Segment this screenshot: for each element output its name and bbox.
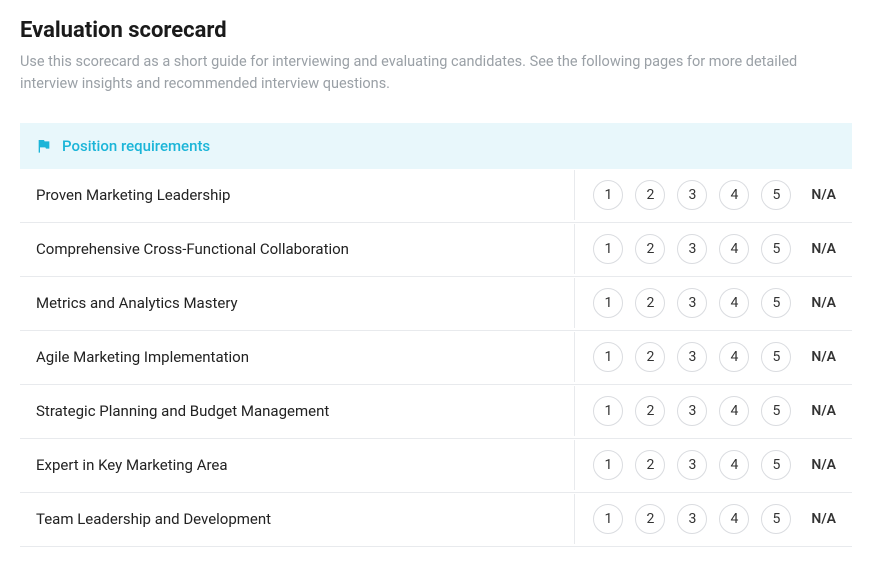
requirement-label: Strategic Planning and Budget Management: [20, 386, 575, 436]
requirement-label: Metrics and Analytics Mastery: [20, 278, 575, 328]
page-subtitle: Use this scorecard as a short guide for …: [20, 51, 800, 95]
rating-button-3[interactable]: 3: [677, 450, 707, 480]
rating-button-2[interactable]: 2: [635, 504, 665, 534]
rating-na[interactable]: N/A: [811, 187, 836, 203]
requirements-list: Proven Marketing Leadership12345N/ACompr…: [20, 169, 852, 547]
rating-cell: 12345 N/A: [575, 224, 852, 274]
rating-button-3[interactable]: 3: [677, 288, 707, 318]
rating-button-4[interactable]: 4: [719, 342, 749, 372]
rating-button-3[interactable]: 3: [677, 180, 707, 210]
rating-button-1[interactable]: 1: [593, 234, 623, 264]
rating-button-1[interactable]: 1: [593, 396, 623, 426]
rating-cell: 12345 N/A: [575, 332, 852, 382]
requirement-row: Comprehensive Cross-Functional Collabora…: [20, 223, 852, 277]
rating-button-2[interactable]: 2: [635, 450, 665, 480]
rating-button-4[interactable]: 4: [719, 504, 749, 534]
requirement-row: Metrics and Analytics Mastery 12345 N/A: [20, 277, 852, 331]
requirement-row: Team Leadership and Development 12345 N/A: [20, 493, 852, 547]
rating-button-4[interactable]: 4: [719, 288, 749, 318]
requirement-row: Strategic Planning and Budget Management…: [20, 385, 852, 439]
requirement-row: Agile Marketing Implementation 12345 N/A: [20, 331, 852, 385]
section-header-label: Position requirements: [62, 137, 210, 155]
requirement-label: Expert in Key Marketing Area: [20, 440, 575, 490]
rating-na[interactable]: N/A: [811, 511, 836, 527]
rating-button-5[interactable]: 5: [761, 288, 791, 318]
rating-cell: 12345 N/A: [575, 386, 852, 436]
rating-cell: 12345 N/A: [575, 494, 852, 544]
rating-button-2[interactable]: 2: [635, 234, 665, 264]
rating-button-3[interactable]: 3: [677, 396, 707, 426]
rating-button-3[interactable]: 3: [677, 342, 707, 372]
rating-button-5[interactable]: 5: [761, 504, 791, 534]
requirement-row: Expert in Key Marketing Area 12345 N/A: [20, 439, 852, 493]
rating-button-2[interactable]: 2: [635, 180, 665, 210]
rating-button-1[interactable]: 1: [593, 504, 623, 534]
requirement-label: Team Leadership and Development: [20, 494, 575, 544]
rating-cell: 12345 N/A: [575, 440, 852, 490]
rating-na[interactable]: N/A: [811, 457, 836, 473]
rating-na[interactable]: N/A: [811, 349, 836, 365]
rating-button-4[interactable]: 4: [719, 234, 749, 264]
rating-button-3[interactable]: 3: [677, 504, 707, 534]
rating-button-1[interactable]: 1: [593, 288, 623, 318]
rating-button-2[interactable]: 2: [635, 342, 665, 372]
rating-button-5[interactable]: 5: [761, 180, 791, 210]
rating-button-2[interactable]: 2: [635, 288, 665, 318]
rating-na[interactable]: N/A: [811, 403, 836, 419]
rating-button-4[interactable]: 4: [719, 450, 749, 480]
rating-button-4[interactable]: 4: [719, 180, 749, 210]
rating-na[interactable]: N/A: [811, 295, 836, 311]
rating-button-1[interactable]: 1: [593, 450, 623, 480]
rating-button-3[interactable]: 3: [677, 234, 707, 264]
requirement-label: Agile Marketing Implementation: [20, 332, 575, 382]
rating-button-1[interactable]: 1: [593, 342, 623, 372]
requirement-label: Comprehensive Cross-Functional Collabora…: [20, 224, 575, 274]
rating-button-5[interactable]: 5: [761, 342, 791, 372]
rating-button-1[interactable]: 1: [593, 180, 623, 210]
requirement-label: Proven Marketing Leadership: [20, 170, 575, 220]
requirement-row: Proven Marketing Leadership 12345 N/A: [20, 169, 852, 223]
rating-na[interactable]: N/A: [811, 241, 836, 257]
rating-cell: 12345 N/A: [575, 170, 852, 220]
rating-button-5[interactable]: 5: [761, 450, 791, 480]
rating-cell: 12345 N/A: [575, 278, 852, 328]
section-header: Position requirements: [20, 123, 852, 169]
flag-icon: [36, 138, 52, 154]
rating-button-4[interactable]: 4: [719, 396, 749, 426]
page-title: Evaluation scorecard: [20, 18, 852, 43]
rating-button-5[interactable]: 5: [761, 396, 791, 426]
rating-button-5[interactable]: 5: [761, 234, 791, 264]
rating-button-2[interactable]: 2: [635, 396, 665, 426]
